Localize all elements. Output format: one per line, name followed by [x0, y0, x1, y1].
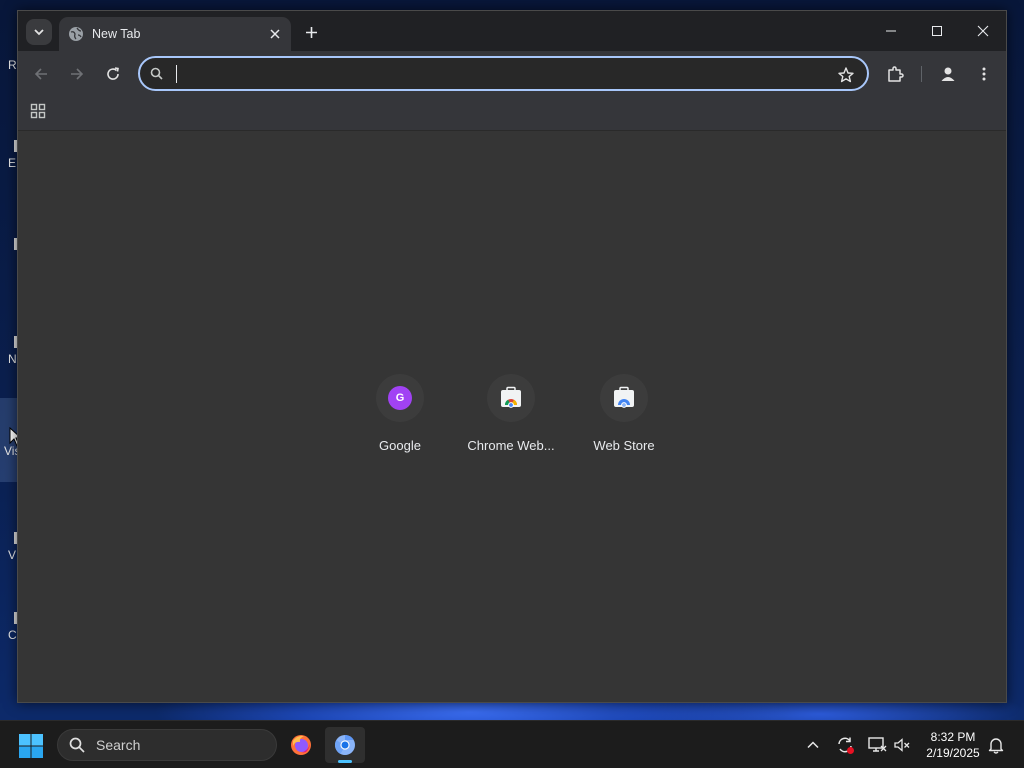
address-input[interactable] [173, 63, 823, 85]
taskbar-clock[interactable]: 8:32 PM 2/19/2025 [918, 729, 988, 761]
network-tray-button[interactable] [866, 734, 888, 756]
browser-window: New Tab G Google Chrome Web... Web Store [17, 10, 1007, 703]
tab-title: New Tab [92, 27, 141, 41]
minimize-icon [886, 30, 896, 32]
chrome-web-store-icon [501, 386, 521, 408]
shortcut-label: Chrome Web... [467, 438, 555, 453]
taskbar-search-label: Search [96, 737, 141, 753]
search-icon [69, 737, 85, 753]
taskbar: Search 8:32 PM 2/19/2025 [0, 720, 1024, 768]
browser-toolbar [18, 51, 1006, 95]
account-icon [941, 67, 955, 81]
bookmark-star-icon[interactable] [837, 66, 855, 84]
apps-grid-icon[interactable] [30, 103, 48, 121]
sync-tray-button[interactable] [834, 734, 856, 756]
active-app-indicator [338, 760, 352, 763]
shortcut-google[interactable]: G Google [344, 372, 456, 468]
volume-tray-button[interactable] [891, 734, 913, 756]
notifications-button[interactable] [985, 734, 1007, 756]
minimize-button[interactable] [868, 11, 914, 51]
menu-button[interactable] [972, 62, 996, 86]
firefox-icon [291, 735, 311, 755]
shortcut-chrome-web-store[interactable]: Chrome Web... [455, 372, 567, 468]
globe-icon [68, 26, 84, 42]
reload-icon [107, 67, 119, 80]
shortcut-tile: G [376, 374, 424, 422]
taskbar-app-chrome[interactable] [325, 727, 365, 763]
new-tab-page: G Google Chrome Web... Web Store [18, 132, 1006, 702]
toolbar-divider [921, 66, 922, 82]
chrome-icon [334, 734, 355, 755]
shortcut-label: Google [379, 438, 421, 453]
windows-logo-icon [19, 734, 43, 758]
profile-button[interactable] [936, 62, 960, 86]
speaker-muted-icon [894, 738, 910, 752]
arrow-right-icon [71, 68, 84, 80]
close-window-button[interactable] [960, 11, 1006, 51]
bookmarks-bar [18, 95, 1006, 131]
text-caret [176, 65, 177, 83]
extensions-button[interactable] [883, 62, 907, 86]
google-letter-icon: G [388, 386, 412, 410]
new-tab-button[interactable] [300, 21, 322, 43]
forward-button[interactable] [65, 62, 89, 86]
tab-search-button[interactable] [26, 19, 52, 45]
chevron-down-icon [34, 29, 44, 36]
start-button[interactable] [18, 733, 44, 759]
puzzle-icon [888, 66, 904, 82]
bell-icon [988, 738, 1004, 754]
clock-date: 2/19/2025 [926, 746, 980, 760]
back-button[interactable] [29, 62, 53, 86]
taskbar-search[interactable]: Search [57, 729, 277, 761]
show-hidden-icons-button[interactable] [802, 734, 824, 756]
sync-icon [838, 737, 854, 754]
maximize-icon [932, 26, 942, 36]
monitor-network-icon [868, 737, 887, 752]
clock-time: 8:32 PM [930, 730, 976, 744]
address-bar[interactable] [138, 56, 869, 91]
chevron-up-icon [807, 741, 819, 749]
search-icon [149, 66, 165, 82]
shortcut-tile [600, 374, 648, 422]
title-bar: New Tab [18, 11, 1006, 51]
taskbar-app-firefox[interactable] [281, 727, 321, 763]
shortcut-web-store[interactable]: Web Store [568, 372, 680, 468]
arrow-left-icon [34, 68, 47, 80]
web-store-icon [614, 386, 634, 408]
plus-icon [305, 26, 317, 38]
more-vertical-icon [982, 67, 986, 81]
shortcut-label: Web Store [593, 438, 655, 453]
tab-close-icon[interactable] [265, 24, 285, 44]
tab-new-tab[interactable]: New Tab [59, 17, 291, 51]
reload-button[interactable] [101, 62, 125, 86]
close-icon [977, 25, 989, 37]
shortcut-tile [487, 374, 535, 422]
maximize-button[interactable] [914, 11, 960, 51]
